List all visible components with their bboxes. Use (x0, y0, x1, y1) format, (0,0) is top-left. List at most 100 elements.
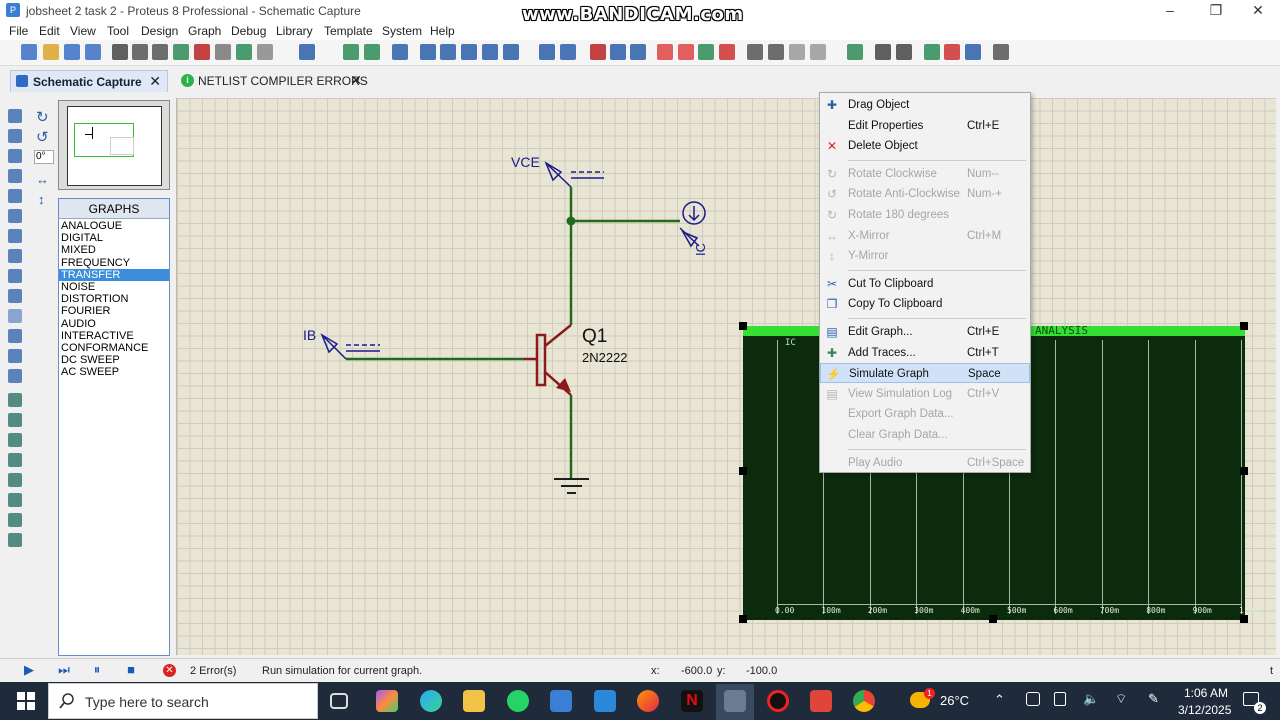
toolbar-bom-icon[interactable] (257, 44, 273, 60)
rotate-ccw-icon[interactable]: ↺ (36, 128, 49, 146)
toolbar-new-icon[interactable] (21, 44, 37, 60)
task-view-icon[interactable] (330, 693, 348, 709)
graph-handle-bl[interactable] (739, 615, 747, 623)
mode-text-script-icon[interactable] (8, 189, 22, 203)
battery-icon[interactable] (1054, 692, 1066, 706)
toolbar-copy-icon[interactable] (610, 44, 626, 60)
toolbar-block-move-icon[interactable] (678, 44, 694, 60)
toolbar-sch-icon[interactable] (173, 44, 189, 60)
toolbar-remove-sheet-icon[interactable] (944, 44, 960, 60)
toolbar-new-sheet-icon[interactable] (924, 44, 940, 60)
clock-time[interactable]: 1:06 AM (1184, 686, 1228, 700)
menu-template[interactable]: Template (324, 24, 373, 38)
mode-marker-icon[interactable] (8, 533, 22, 547)
toolbar-search-icon[interactable] (875, 44, 891, 60)
menu-item-delete-object[interactable]: ✕ Delete Object (820, 136, 1030, 156)
mode-subcircuit-icon[interactable] (8, 229, 22, 243)
stop-icon[interactable]: ■ (124, 663, 138, 677)
menu-item-edit-graph[interactable]: ▤ Edit Graph... Ctrl+E (820, 322, 1030, 342)
minimize-button[interactable]: – (1148, 0, 1192, 22)
menu-item-simulate-graph[interactable]: ⚡ Simulate Graph Space (820, 363, 1030, 384)
graph-handle-br[interactable] (1240, 615, 1248, 623)
toolbar-block-copy-icon[interactable] (657, 44, 673, 60)
error-count[interactable]: 2 Error(s) (190, 665, 236, 677)
mode-terminals-icon[interactable] (8, 249, 22, 263)
menu-view[interactable]: View (70, 24, 96, 38)
mode-text-icon[interactable] (8, 493, 22, 507)
mode-circle-icon[interactable] (8, 433, 22, 447)
graph-type-ac-sweep[interactable]: AC SWEEP (59, 366, 169, 378)
menu-debug[interactable]: Debug (231, 24, 266, 38)
toolbar-decompose-icon[interactable] (810, 44, 826, 60)
step-icon[interactable]: ⏭ (57, 663, 71, 677)
toolbar-layout-icon[interactable] (194, 44, 210, 60)
graph-handle-tl[interactable] (739, 322, 747, 330)
graph-type-mixed[interactable]: MIXED (59, 244, 169, 256)
toolbar-pick-icon[interactable] (132, 44, 148, 60)
toolbar-zoom-out-icon[interactable] (461, 44, 477, 60)
graph-type-audio[interactable]: AUDIO (59, 318, 169, 330)
toolbar-redo-icon[interactable] (560, 44, 576, 60)
play-icon[interactable]: ▶ (22, 663, 36, 677)
toolbar-zoom-area-icon[interactable] (503, 44, 519, 60)
rotation-angle-field[interactable]: 0° (34, 150, 54, 164)
tab-netlist-errors[interactable]: i NETLIST COMPILER ERRORS ✕ (176, 70, 368, 92)
toolbar-open-icon[interactable] (43, 44, 59, 60)
menu-tool[interactable]: Tool (107, 24, 129, 38)
q1-part-number[interactable]: 2N2222 (582, 350, 628, 365)
toolbar-save-all-icon[interactable] (85, 44, 101, 60)
toolbar-undo-icon[interactable] (539, 44, 555, 60)
toolbar-grid-icon[interactable] (364, 44, 380, 60)
toolbar-make-dev-icon[interactable] (768, 44, 784, 60)
menu-item-add-traces[interactable]: ✚ Add Traces... Ctrl+T (820, 343, 1030, 363)
edge-icon[interactable] (420, 690, 442, 712)
mode-junction-icon[interactable] (8, 149, 22, 163)
toolbar-origin-icon[interactable] (392, 44, 408, 60)
wps-icon[interactable] (810, 690, 832, 712)
netflix-icon[interactable]: N (681, 690, 703, 712)
toolbar-zoom-all-icon[interactable] (482, 44, 498, 60)
menu-item-cut-to-clipboard[interactable]: ✂ Cut To Clipboard (820, 274, 1030, 294)
graph-handle-bm[interactable] (989, 615, 997, 623)
toolbar-home-icon[interactable] (112, 44, 128, 60)
toolbar-save-icon[interactable] (64, 44, 80, 60)
mode-tape-icon[interactable] (8, 329, 22, 343)
meet-icon[interactable] (1026, 692, 1040, 706)
mode-symbol-icon[interactable] (8, 513, 22, 527)
mode-arc-icon[interactable] (8, 453, 22, 467)
x-mirror-icon[interactable]: ↔ (36, 172, 49, 187)
menu-edit[interactable]: Edit (39, 24, 60, 38)
graph-type-distortion[interactable]: DISTORTION (59, 293, 169, 305)
volume-icon[interactable]: 🔈 (1083, 691, 1099, 707)
tab-schematic-close-icon[interactable]: ✕ (149, 73, 161, 90)
toolbar-zoom-in-icon[interactable] (440, 44, 456, 60)
graph-type-interactive[interactable]: INTERACTIVE (59, 330, 169, 342)
y-mirror-icon[interactable]: ↕ (38, 192, 45, 207)
ib-label[interactable]: IB (303, 327, 316, 343)
chevron-up-icon[interactable]: ⌃ (994, 692, 1005, 708)
maximize-button[interactable]: ❐ (1194, 0, 1238, 22)
menu-item-drag-object[interactable]: ✚ Drag Object (820, 95, 1030, 115)
mode-component-icon[interactable] (8, 129, 22, 143)
graph-type-fourier[interactable]: FOURIER (59, 305, 169, 317)
taskbar-search[interactable]: Type here to search (48, 683, 318, 719)
toolbar-block-delete-icon[interactable] (719, 44, 735, 60)
toolbar-block-rotate-icon[interactable] (698, 44, 714, 60)
weather-temp[interactable]: 26°C (940, 693, 969, 708)
toolbar-paste-icon[interactable] (630, 44, 646, 60)
toolbar-pick-dev-icon[interactable] (747, 44, 763, 60)
graph-handle-mr[interactable] (1240, 467, 1248, 475)
whatsapp-icon[interactable] (507, 690, 529, 712)
graph-type-frequency[interactable]: FREQUENCY (59, 257, 169, 269)
overview-window[interactable] (58, 100, 170, 190)
close-button[interactable]: ✕ (1236, 0, 1280, 22)
mode-bus-icon[interactable] (8, 209, 22, 223)
copilot-icon[interactable] (376, 690, 398, 712)
graph-type-noise[interactable]: NOISE (59, 281, 169, 293)
rotate-cw-icon[interactable]: ↻ (36, 108, 49, 126)
tab-netlist-close-icon[interactable]: ✕ (350, 72, 362, 89)
mode-path-icon[interactable] (8, 473, 22, 487)
graph-handle-ml[interactable] (739, 467, 747, 475)
file-explorer-icon[interactable] (463, 690, 485, 712)
menu-help[interactable]: Help (430, 24, 455, 38)
